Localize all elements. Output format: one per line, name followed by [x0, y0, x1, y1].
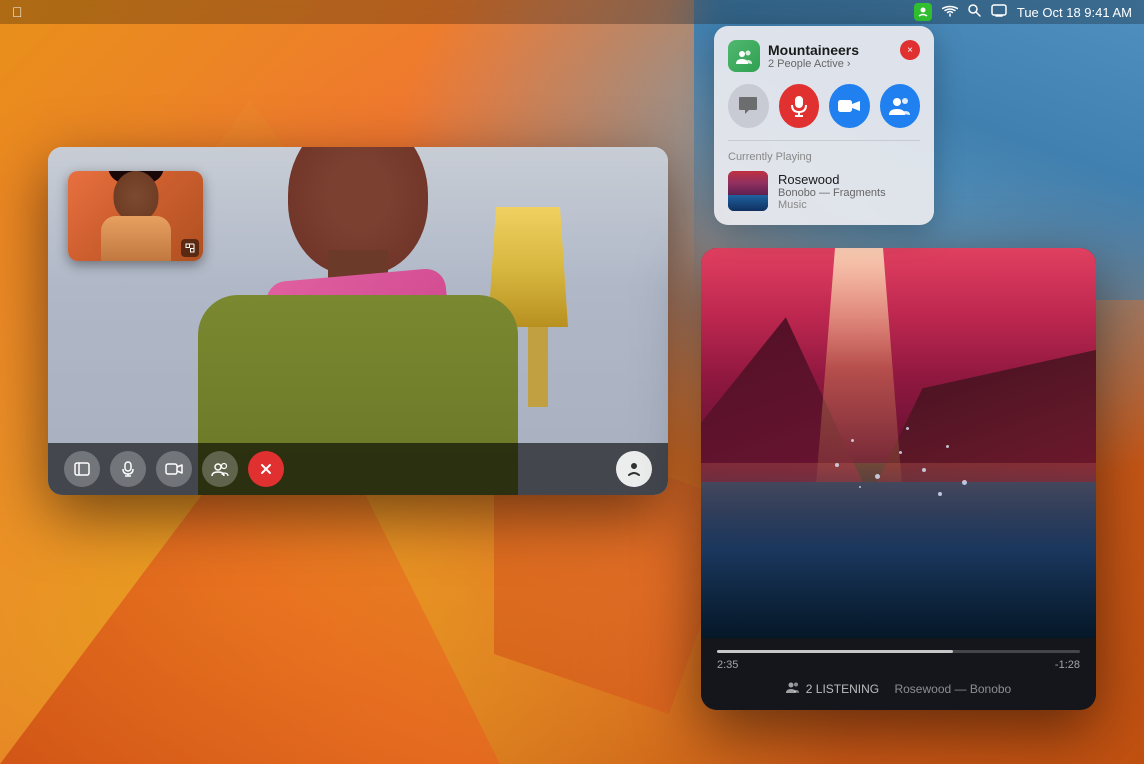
- music-song-artist: Rosewood — Bonobo: [894, 682, 1011, 696]
- menubar-datetime[interactable]: Tue Oct 18 9:41 AM: [1017, 5, 1132, 20]
- thumb-sky: [728, 171, 768, 195]
- people-action-icon: [888, 96, 912, 116]
- shareplay-indicator-icon: [626, 461, 642, 477]
- shareplay-header-left: Mountaineers 2 People Active ›: [728, 40, 859, 72]
- currently-playing-row: Rosewood Bonobo — Fragments Music: [728, 171, 920, 211]
- end-call-icon: [260, 463, 272, 475]
- chat-icon: [737, 96, 759, 116]
- music-time-row: 2:35 -1:28: [717, 659, 1080, 671]
- shareplay-icon-svg: [917, 6, 929, 18]
- menubar-right: Tue Oct 18 9:41 AM: [914, 3, 1132, 21]
- facetime-end-call-button[interactable]: [248, 451, 284, 487]
- album-art-sparkles: [820, 404, 978, 521]
- search-icon[interactable]: [968, 4, 981, 20]
- menubar: : [0, 0, 1144, 24]
- shareplay-card-header: Mountaineers 2 People Active › ×: [728, 40, 920, 72]
- video-icon: [165, 462, 183, 476]
- facetime-video-button[interactable]: [156, 451, 192, 487]
- currently-playing-label: Currently Playing: [728, 151, 920, 163]
- currently-playing-section: Currently Playing Rosewood Bonobo — Frag…: [728, 140, 920, 211]
- facetime-controls-bar: [48, 443, 668, 495]
- shareplay-notification-card: Mountaineers 2 People Active › ×: [714, 26, 934, 225]
- shareplay-people-button[interactable]: [880, 84, 921, 128]
- pip-expand-button[interactable]: [181, 239, 199, 257]
- mic-action-icon: [790, 95, 808, 117]
- music-player-controls: 2:35 -1:28 2 LISTENING Rosewood — Bonobo: [701, 638, 1096, 710]
- pip-shirt: [101, 216, 171, 261]
- shareplay-menubar-icon[interactable]: [914, 3, 932, 21]
- music-progress-bar[interactable]: [717, 650, 1080, 653]
- music-type: Music: [778, 199, 886, 211]
- pip-head: [113, 171, 158, 221]
- shareplay-action-buttons: [728, 84, 920, 128]
- shareplay-group-name: Mountaineers: [768, 42, 859, 59]
- music-listening-row: 2 LISTENING Rosewood — Bonobo: [717, 681, 1080, 696]
- video-action-icon: [837, 97, 861, 115]
- facetime-people-button[interactable]: [202, 451, 238, 487]
- facetime-video-main: [48, 147, 668, 495]
- shareplay-chat-button[interactable]: [728, 84, 769, 128]
- screen-icon[interactable]: [991, 4, 1007, 20]
- music-info: Rosewood Bonobo — Fragments Music: [778, 172, 886, 211]
- album-art: [701, 248, 1096, 638]
- shareplay-mic-button[interactable]: [779, 84, 820, 128]
- music-time-elapsed: 2:35: [717, 659, 738, 671]
- shareplay-title-group: Mountaineers 2 People Active ›: [768, 42, 859, 71]
- facetime-shareplay-indicator[interactable]: [616, 451, 652, 487]
- music-listening-count: 2 LISTENING: [806, 682, 879, 696]
- people-icon: [211, 462, 229, 476]
- music-artist-album: Bonobo — Fragments: [778, 187, 886, 199]
- shareplay-group-icon: [728, 40, 760, 72]
- music-thumbnail: [728, 171, 768, 211]
- facetime-pip[interactable]: [68, 171, 203, 261]
- sidebar-icon: [74, 461, 90, 477]
- music-progress-fill: [717, 650, 953, 653]
- music-title: Rosewood: [778, 172, 886, 187]
- music-time-remaining: -1:28: [1055, 659, 1080, 671]
- menubar-left: : [12, 4, 23, 20]
- facetime-mic-button[interactable]: [110, 451, 146, 487]
- shareplay-video-button[interactable]: [829, 84, 870, 128]
- music-listening-song: [885, 682, 888, 696]
- facetime-window: [48, 147, 668, 495]
- shareplay-close-button[interactable]: ×: [900, 40, 920, 60]
- mic-icon: [121, 461, 135, 477]
- shareplay-people-count[interactable]: 2 People Active ›: [768, 58, 859, 70]
- apple-logo[interactable]: : [12, 4, 23, 20]
- album-art-background: [701, 248, 1096, 638]
- thumb-water: [728, 195, 768, 211]
- facetime-sidebar-button[interactable]: [64, 451, 100, 487]
- music-thumb-image: [728, 171, 768, 211]
- listening-people-icon: [786, 681, 800, 696]
- wifi-icon[interactable]: [942, 5, 958, 20]
- music-player-card: 2:35 -1:28 2 LISTENING Rosewood — Bonobo: [701, 248, 1096, 710]
